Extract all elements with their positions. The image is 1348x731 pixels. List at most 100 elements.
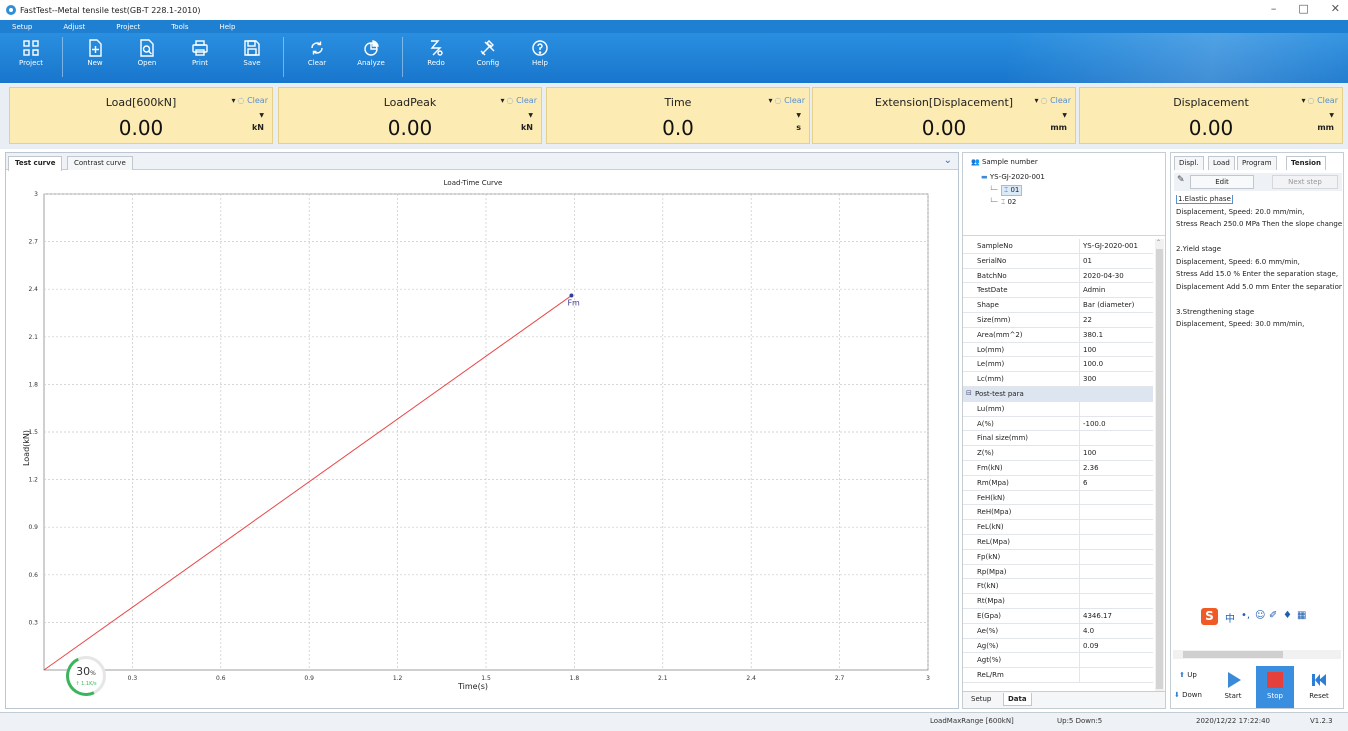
minimize-button[interactable]: – [1271,2,1277,15]
tab-tension[interactable]: Tension [1286,156,1326,170]
tree-root[interactable]: 👥 Sample number [971,158,1038,166]
print-button[interactable]: Print [180,37,220,81]
save-button[interactable]: Save [232,37,272,81]
param-value[interactable] [1081,505,1153,519]
panel-dropdown-arrow-icon[interactable]: ▾ [232,96,236,105]
menu-setup[interactable]: Setup [12,23,32,31]
ime-emoji-icon[interactable]: ☺ [1255,610,1265,621]
param-row[interactable]: Area(mm^2) 380.1 [963,327,1153,343]
up-button[interactable]: ⬆ Up [1170,666,1206,687]
param-value[interactable] [1081,520,1153,534]
ime-punct-icon[interactable]: •, [1241,610,1250,621]
step-line[interactable]: 3.Strengthening stage [1176,308,1254,316]
param-row[interactable]: Size(mm) 22 [963,313,1153,328]
param-row[interactable]: Rm(Mpa) 6 [963,475,1153,491]
ime-mic-icon[interactable]: ♦ [1283,610,1292,621]
param-row[interactable]: Lu(mm) [963,401,1153,417]
param-value[interactable]: 4.0 [1081,624,1153,638]
param-row[interactable]: Fm(kN) 2.36 [963,461,1153,476]
param-value[interactable] [1081,431,1153,445]
tab-program[interactable]: Program [1237,156,1277,170]
menu-tools[interactable]: Tools [171,23,188,31]
tree-item-01[interactable]: ⌶ 01 [1001,185,1023,196]
panel-unit[interactable]: kN [521,123,533,132]
param-value[interactable] [1081,653,1153,667]
panel-unit[interactable]: mm [1050,123,1067,132]
panel-clear-button[interactable]: ▾ ◌ Clear [769,96,805,105]
param-row[interactable]: BatchNo 2020-04-30 [963,268,1153,284]
project-button[interactable]: Project [11,37,51,81]
menu-project[interactable]: Project [116,23,140,31]
next-step-button[interactable]: Next step [1272,175,1338,189]
tab-data[interactable]: Data [1003,693,1032,706]
param-row[interactable]: Rt(Mpa) [963,594,1153,609]
param-value[interactable] [1081,579,1153,593]
panel-dropdown-arrow-icon[interactable]: ▾ [1302,96,1306,105]
panel-clear-button[interactable]: ▾ ◌ Clear [1302,96,1338,105]
param-row[interactable]: Ag(%) 0.09 [963,638,1153,654]
menu-adjust[interactable]: Adjust [63,23,85,31]
step-line[interactable]: Displacement, Speed: 20.0 mm/min, [1176,208,1304,216]
maximize-button[interactable]: □ [1298,2,1308,15]
param-row[interactable]: ReL(Mpa) [963,535,1153,550]
param-row[interactable]: SampleNo YS-GJ-2020-001 [963,239,1153,254]
start-button[interactable]: Start [1214,666,1252,708]
step-line[interactable]: Displacement, Speed: 6.0 mm/min, [1176,258,1300,266]
param-row[interactable]: Ae(%) 4.0 [963,623,1153,639]
grid-scrollbar[interactable]: ⌃ [1155,239,1164,691]
param-row[interactable]: ReH(Mpa) [963,505,1153,521]
panel-clear-button[interactable]: ▾ ◌ Clear [232,96,268,105]
clear-button[interactable]: Clear [297,37,337,81]
analyze-button[interactable]: Analyze [351,37,391,81]
param-value[interactable]: 300 [1081,372,1153,386]
param-value[interactable]: YS-GJ-2020-001 [1081,239,1153,253]
param-row[interactable]: E(Gpa) 4346.17 [963,609,1153,624]
param-row[interactable]: Agt(%) [963,653,1153,669]
param-row[interactable]: TestDate Admin [963,283,1153,299]
tab-load[interactable]: Load [1208,156,1235,170]
new-button[interactable]: New [75,37,115,81]
tab-contrast-curve[interactable]: Contrast curve [67,156,133,170]
panel-dropdown-arrow-icon[interactable]: ▾ [1035,96,1039,105]
post-test-section[interactable]: Post-test para ⊟ [963,387,1153,402]
param-value[interactable]: 100 [1081,446,1153,460]
param-row[interactable]: FeH(kN) [963,490,1153,506]
panel-unit[interactable]: kN [252,123,264,132]
param-row[interactable]: Le(mm) 100.0 [963,357,1153,373]
param-value[interactable] [1081,565,1153,579]
param-row[interactable]: A(%) -100.0 [963,416,1153,432]
reset-button[interactable]: Reset [1300,666,1338,708]
step-line[interactable]: 2.Yield stage [1176,245,1221,253]
param-value[interactable]: 4346.17 [1081,609,1153,623]
param-row[interactable]: Lc(mm) 300 [963,372,1153,387]
param-row[interactable]: FeL(kN) [963,520,1153,535]
help-button[interactable]: Help [520,37,560,81]
param-value[interactable]: Bar (diameter) [1081,298,1153,312]
ime-pen-icon[interactable]: ✐ [1269,610,1277,621]
param-value[interactable]: 2020-04-30 [1081,269,1153,283]
step-line[interactable]: Displacement Add 5.0 mm Enter the separa… [1176,283,1342,291]
param-row[interactable]: Shape Bar (diameter) [963,298,1153,313]
step-line[interactable]: Stress Reach 250.0 MPa Then the slope ch… [1176,220,1342,228]
param-row[interactable]: Z(%) 100 [963,446,1153,461]
step-line[interactable]: Displacement, Speed: 30.0 mm/min, [1176,320,1304,328]
param-row[interactable]: Final size(mm) [963,431,1153,447]
panel-unit[interactable]: mm [1317,123,1334,132]
param-value[interactable] [1081,535,1153,549]
step-line[interactable]: Stress Add 15.0 % Enter the separation s… [1176,270,1338,278]
panel-unit[interactable]: s [796,123,801,132]
param-value[interactable]: 100 [1081,343,1153,357]
param-value[interactable] [1081,550,1153,564]
param-value[interactable]: 22 [1081,313,1153,327]
stop-button[interactable]: Stop [1256,666,1294,708]
step-hscrollbar[interactable] [1173,650,1341,659]
redo-button[interactable]: Redo [416,37,456,81]
param-row[interactable]: ReL/Rm [963,668,1153,683]
param-value[interactable] [1081,668,1153,682]
param-value[interactable] [1081,402,1153,416]
param-value[interactable]: 6 [1081,476,1153,490]
tab-displ[interactable]: Displ. [1174,156,1204,170]
collapse-icon[interactable]: ⊟ [966,389,972,397]
panel-dropdown-arrow-icon[interactable]: ▾ [501,96,505,105]
param-value[interactable]: 01 [1081,254,1153,268]
